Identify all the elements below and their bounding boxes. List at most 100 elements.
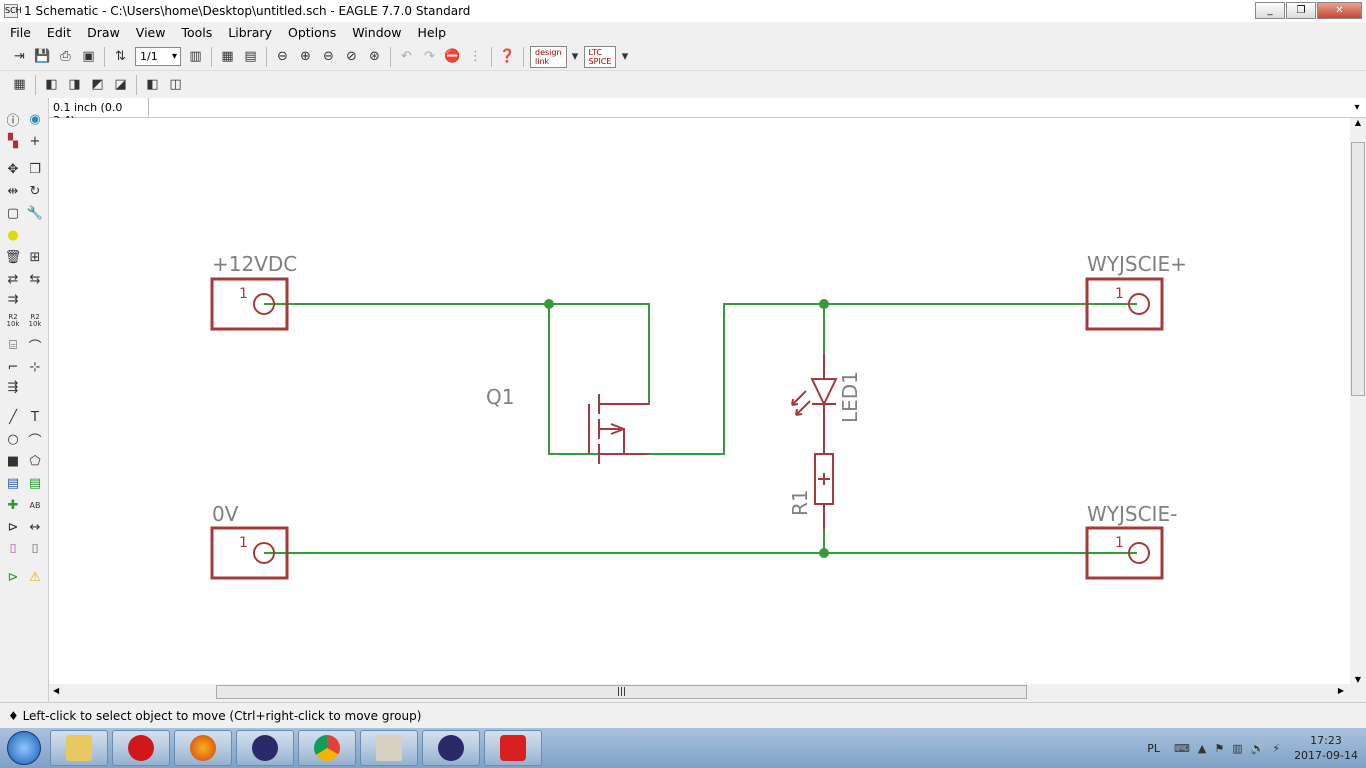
paste-icon[interactable]: ● (4, 226, 22, 244)
redo-icon[interactable]: ↷ (420, 47, 440, 67)
mirror-icon[interactable]: ⇹ (4, 182, 22, 200)
taskbar-explorer[interactable] (50, 730, 108, 766)
frame-icon[interactable]: ⌷ (4, 540, 22, 558)
menu-options[interactable]: Options (280, 25, 344, 40)
chevron-down-icon[interactable]: ▾ (570, 47, 580, 67)
replace-icon[interactable]: ⇆ (26, 270, 44, 288)
volume-icon[interactable]: 🔊 (1251, 742, 1265, 755)
erc-icon[interactable]: ⊳ (4, 568, 22, 586)
zoom-fit-icon[interactable]: ⊖ (273, 47, 293, 67)
zoom-select-icon[interactable]: ⊛ (365, 47, 385, 67)
scroll-up-icon[interactable]: ▲ (1350, 118, 1366, 127)
command-input[interactable] (149, 98, 1348, 117)
zoom-in-icon[interactable]: ⊕ (296, 47, 316, 67)
move-icon[interactable]: ✥ (4, 160, 22, 178)
layout-2-icon[interactable]: ◨ (65, 75, 85, 95)
layout-3-icon[interactable]: ◩ (88, 75, 108, 95)
vertical-scroll-thumb[interactable] (1351, 142, 1365, 396)
chevron-down-icon[interactable]: ▾ (620, 47, 630, 67)
gateswap-icon[interactable]: ⇉ (4, 290, 22, 308)
taskbar-chrome[interactable] (298, 730, 356, 766)
taskbar-opera[interactable] (112, 730, 170, 766)
delete-icon[interactable]: 🗑 (4, 248, 22, 266)
tray-expand-icon[interactable]: ▲ (1198, 742, 1206, 755)
smash-icon[interactable]: ⌸ (4, 336, 22, 354)
mark-icon[interactable]: + (26, 132, 44, 150)
clock[interactable]: 17:23 2017-09-14 (1294, 733, 1358, 763)
board-icon[interactable]: ▥ (186, 47, 206, 67)
minimize-button[interactable]: _ (1255, 2, 1285, 19)
menu-window[interactable]: Window (344, 25, 409, 40)
display-icon[interactable]: ▚ (4, 132, 22, 150)
go-icon[interactable]: ⋮ (466, 47, 486, 67)
sheet-combo[interactable]: 1/1 (135, 47, 181, 66)
copy-icon[interactable]: ❐ (26, 160, 44, 178)
scroll-left-icon[interactable]: ◀ (53, 686, 59, 695)
keyboard-icon[interactable]: ⌨ (1174, 742, 1190, 755)
script-icon[interactable]: ▤ (241, 47, 261, 67)
taskbar-eagle[interactable] (484, 730, 542, 766)
flag-icon[interactable]: ⚑ (1214, 742, 1224, 755)
save-icon[interactable]: 💾 (33, 47, 53, 67)
command-history-dropdown[interactable]: ▾ (1348, 98, 1366, 117)
taskbar-firefox[interactable] (174, 730, 232, 766)
layout-5-icon[interactable]: ◧ (143, 75, 163, 95)
optimize-icon[interactable]: ⊹ (26, 358, 44, 376)
info-icon[interactable]: ⓘ (4, 110, 22, 129)
scroll-down-icon[interactable]: ▼ (1350, 675, 1366, 684)
wire-icon[interactable]: ╱ (4, 408, 22, 426)
junction-icon[interactable]: ✚ (4, 496, 22, 514)
power-icon[interactable]: ⚡ (1272, 742, 1280, 755)
polygon-icon[interactable]: ⬠ (26, 452, 44, 470)
close-button[interactable]: ✕ (1317, 2, 1362, 19)
text-icon[interactable]: T (26, 408, 44, 426)
label-icon[interactable]: AB (26, 496, 44, 514)
pinswap-icon[interactable]: ⇄ (4, 270, 22, 288)
vertical-scrollbar[interactable]: ▲ ▼ (1350, 118, 1366, 684)
bus-icon[interactable]: ▤ (4, 474, 22, 492)
taskbar-eclipse[interactable] (236, 730, 294, 766)
group-icon[interactable]: ▢ (4, 204, 22, 222)
menu-edit[interactable]: Edit (39, 25, 79, 40)
schematic-canvas[interactable]: +12VDC 0V WYJSCIE+ WYJSCIE- Q1 LED1 R1 1… (49, 118, 1350, 684)
rotate-icon[interactable]: ↻ (26, 182, 44, 200)
invoke-icon[interactable]: ⇶ (4, 378, 22, 396)
net-icon[interactable]: ▤ (26, 474, 44, 492)
layout-6-icon[interactable]: ◫ (166, 75, 186, 95)
taskbar-eclipse-2[interactable] (422, 730, 480, 766)
network-icon[interactable]: ▥ (1232, 742, 1242, 755)
menu-tools[interactable]: Tools (173, 25, 220, 40)
language-indicator[interactable]: PL (1147, 742, 1160, 755)
start-button[interactable] (0, 728, 48, 768)
help-icon[interactable]: ❓ (498, 47, 518, 67)
show-icon[interactable]: ◉ (26, 110, 44, 128)
scroll-right-icon[interactable]: ▶ (1338, 686, 1344, 695)
menu-help[interactable]: Help (410, 25, 455, 40)
grid-icon[interactable]: ▦ (10, 75, 30, 95)
cam-icon[interactable]: ▣ (79, 47, 99, 67)
layout-1-icon[interactable]: ◧ (42, 75, 62, 95)
menu-draw[interactable]: Draw (79, 25, 128, 40)
maximize-button[interactable]: ❐ (1286, 2, 1316, 19)
zoom-out-icon[interactable]: ⊖ (319, 47, 339, 67)
ltspice-button[interactable]: LTC SPICE (583, 45, 617, 68)
print-icon[interactable]: ⎙ (56, 47, 76, 67)
miter-icon[interactable]: ⌒ (26, 336, 44, 355)
sheet-icon[interactable]: ⇅ (111, 47, 131, 67)
menu-file[interactable]: File (2, 25, 39, 40)
dimension-icon[interactable]: ↔ (26, 518, 44, 536)
designlink-button[interactable]: design link (530, 45, 567, 68)
schematic-board-switch-icon[interactable]: ▦ (218, 47, 238, 67)
horizontal-scroll-thumb[interactable]: ||| (216, 685, 1027, 699)
menu-library[interactable]: Library (220, 25, 280, 40)
add-icon[interactable]: ⊞ (26, 248, 44, 266)
rect-icon[interactable]: ■ (4, 452, 22, 470)
circle-icon[interactable]: ○ (4, 430, 22, 448)
open-icon[interactable]: ⇥ (10, 47, 30, 67)
split-icon[interactable]: ⌐ (4, 358, 22, 376)
stop-icon[interactable]: ⛔ (443, 47, 463, 67)
layout-4-icon[interactable]: ◪ (111, 75, 131, 95)
frame2-icon[interactable]: ⌷ (26, 540, 44, 558)
change-icon[interactable]: 🔧 (26, 204, 44, 222)
attribute-icon[interactable]: ⊳ (4, 518, 22, 536)
